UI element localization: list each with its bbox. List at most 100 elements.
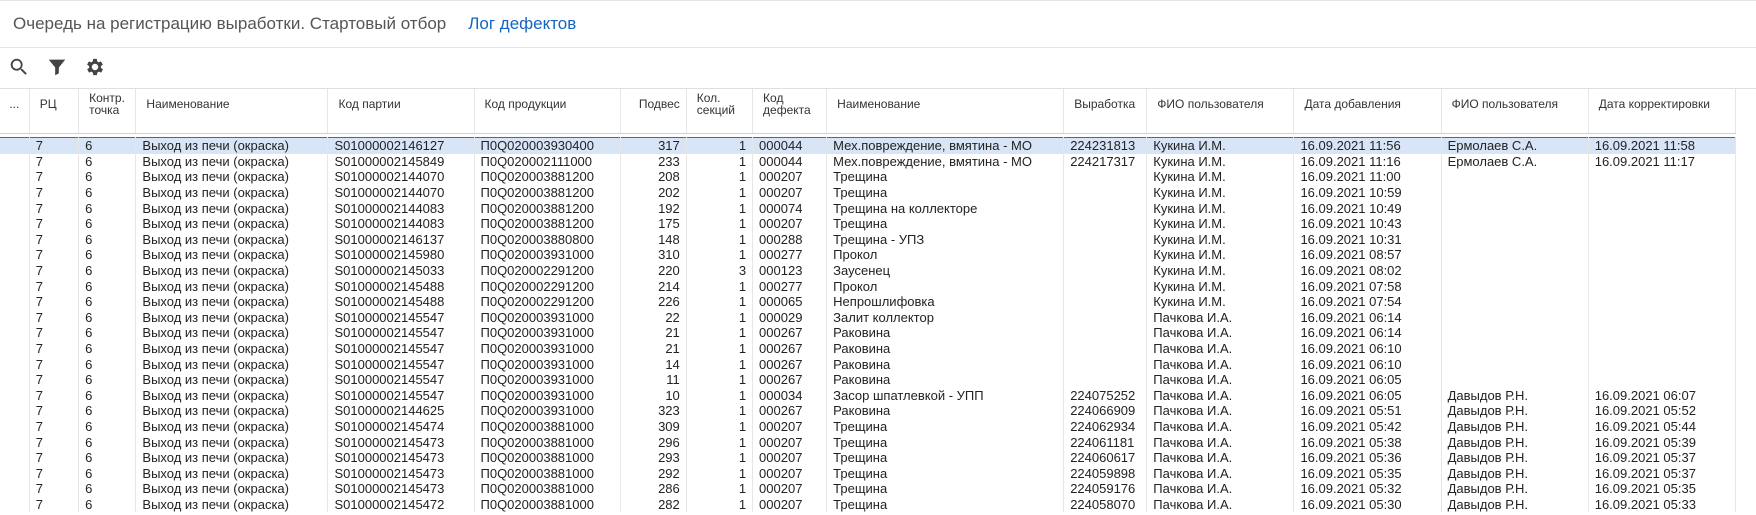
filter-cell[interactable]: [29, 119, 80, 134]
filter-cell[interactable]: [620, 119, 687, 134]
col-header-rc[interactable]: РЦ: [29, 89, 80, 119]
row-marker[interactable]: [0, 465, 30, 482]
filter-cell[interactable]: [78, 119, 137, 134]
gear-icon[interactable]: [84, 56, 106, 78]
col-header-name[interactable]: Наименование: [135, 89, 329, 119]
filter-cell[interactable]: [1588, 119, 1737, 134]
table-row[interactable]: 7 6 Выход из печи (окраска) S01000002145980…: [0, 247, 1737, 263]
cell-batch: S01000002144083: [327, 200, 475, 216]
cell-batch: S01000002145849: [327, 153, 475, 170]
cell-sections: 1: [686, 403, 754, 419]
row-marker[interactable]: [0, 309, 30, 326]
cell-date-added: 16.09.2021 05:32: [1293, 481, 1442, 497]
table-row[interactable]: 7 6 Выход из печи (окраска) S01000002145849…: [0, 153, 1737, 170]
table-row[interactable]: 7 6 Выход из печи (окраска) S01000002145472…: [0, 496, 1737, 513]
cell-name: Выход из печи (окраска): [135, 169, 329, 185]
table-row[interactable]: 7 6 Выход из печи (окраска) S01000002144070…: [0, 169, 1737, 185]
table-row[interactable]: 7 6 Выход из печи (окраска) S01000002145473…: [0, 449, 1737, 466]
cell-batch: S01000002145547: [327, 371, 475, 388]
filter-cell[interactable]: [826, 119, 1065, 134]
row-marker[interactable]: [0, 231, 30, 248]
filter-icon[interactable]: [46, 56, 68, 78]
table-row[interactable]: 7 6 Выход из печи (окраска) S01000002144083…: [0, 200, 1737, 216]
row-marker[interactable]: [0, 434, 30, 450]
col-header-defect-name[interactable]: Наименование: [826, 89, 1065, 119]
table-row[interactable]: 7 6 Выход из печи (окраска) S01000002145547…: [0, 371, 1737, 388]
filter-cell[interactable]: [1293, 119, 1442, 134]
search-icon[interactable]: [8, 56, 30, 78]
row-marker[interactable]: [0, 418, 30, 435]
col-header-date-corrected[interactable]: Дата корректировки: [1588, 89, 1737, 119]
table-row[interactable]: 7 6 Выход из печи (окраска) S01000002145488…: [0, 278, 1737, 294]
col-header-batch[interactable]: Код партии: [327, 89, 475, 119]
row-marker[interactable]: [0, 153, 30, 170]
filter-cell[interactable]: [1063, 119, 1148, 134]
col-header-sections[interactable]: Кол. секций: [686, 89, 754, 119]
cell-date-added: 16.09.2021 08:02: [1293, 262, 1442, 279]
page-title: Очередь на регистрацию выработки. Старто…: [13, 14, 447, 33]
table-row[interactable]: 7 6 Выход из печи (окраска) S01000002144083…: [0, 215, 1737, 232]
tab-defect-log[interactable]: Лог дефектов: [468, 14, 576, 34]
row-marker[interactable]: [0, 184, 30, 201]
row-marker[interactable]: [0, 215, 30, 232]
row-marker[interactable]: [0, 449, 30, 466]
row-marker[interactable]: [0, 481, 30, 497]
cell-user: Пачкова И.А.: [1146, 449, 1295, 466]
col-header-user[interactable]: ФИО пользователя: [1146, 89, 1295, 119]
table-row[interactable]: 7 6 Выход из печи (окраска) S01000002144070…: [0, 184, 1737, 201]
col-header-output[interactable]: Выработка: [1063, 89, 1148, 119]
table-row[interactable]: 7 6 Выход из печи (окраска) S01000002146127…: [0, 136, 1737, 154]
table-row[interactable]: 7 6 Выход из печи (окраска) S01000002145547…: [0, 325, 1737, 341]
col-header-defect-code[interactable]: Код дефекта: [752, 89, 828, 119]
table-row[interactable]: 7 6 Выход из печи (окраска) S01000002145547…: [0, 309, 1737, 326]
filter-cell[interactable]: [474, 119, 621, 134]
table-row[interactable]: 7 6 Выход из печи (окраска) S01000002145473…: [0, 481, 1737, 497]
table-row[interactable]: 7 6 Выход из печи (окраска) S01000002145033…: [0, 262, 1737, 279]
row-marker-header[interactable]: ...: [0, 89, 30, 119]
page-header: Очередь на регистрацию выработки. Старто…: [0, 0, 1756, 48]
col-header-product[interactable]: Код продукции: [474, 89, 621, 119]
row-marker[interactable]: [0, 356, 30, 372]
cell-batch: S01000002145472: [327, 496, 475, 513]
filter-cell[interactable]: [1441, 119, 1589, 134]
row-marker[interactable]: [0, 340, 30, 357]
table-row[interactable]: 7 6 Выход из печи (окраска) S01000002145547…: [0, 356, 1737, 372]
filter-cell[interactable]: [327, 119, 475, 134]
col-header-point[interactable]: Контр. точка: [78, 89, 137, 119]
row-marker[interactable]: [0, 371, 30, 388]
table-row[interactable]: 7 6 Выход из печи (окраска) S01000002145547…: [0, 340, 1737, 357]
filter-cell[interactable]: [0, 119, 30, 134]
table-row[interactable]: 7 6 Выход из печи (окраска) S01000002145473…: [0, 434, 1737, 450]
cell-output: [1063, 184, 1148, 201]
table-row[interactable]: 7 6 Выход из печи (окраска) S01000002145473…: [0, 465, 1737, 482]
cell-date-corrected: [1588, 371, 1737, 388]
filter-cell[interactable]: [686, 119, 754, 134]
table-row[interactable]: 7 6 Выход из печи (окраска) S01000002145547…: [0, 387, 1737, 404]
row-marker[interactable]: [0, 169, 30, 185]
filter-cell[interactable]: [752, 119, 828, 134]
row-marker[interactable]: [0, 136, 30, 154]
row-marker[interactable]: [0, 293, 30, 310]
row-marker[interactable]: [0, 387, 30, 404]
col-header-hanger[interactable]: Подвес: [620, 89, 687, 119]
row-marker[interactable]: [0, 262, 30, 279]
filter-cell[interactable]: [1146, 119, 1295, 134]
cell-hanger: 293: [620, 449, 687, 466]
table-row[interactable]: 7 6 Выход из печи (окраска) S01000002145488…: [0, 293, 1737, 310]
row-marker[interactable]: [0, 496, 30, 513]
table-row[interactable]: 7 6 Выход из печи (окраска) S01000002144625…: [0, 403, 1737, 419]
cell-output: [1063, 215, 1148, 232]
filter-cell[interactable]: [135, 119, 329, 134]
cell-sections: 1: [686, 481, 754, 497]
row-marker[interactable]: [0, 325, 30, 341]
table-row[interactable]: 7 6 Выход из печи (окраска) S01000002145474…: [0, 418, 1737, 435]
row-marker[interactable]: [0, 403, 30, 419]
table-row[interactable]: 7 6 Выход из печи (окраска) S01000002146137…: [0, 231, 1737, 248]
row-marker[interactable]: [0, 247, 30, 263]
row-marker[interactable]: [0, 278, 30, 294]
cell-product: П0Q020003881000: [474, 449, 621, 466]
col-header-user2[interactable]: ФИО пользователя: [1441, 89, 1589, 119]
row-marker[interactable]: [0, 200, 30, 216]
col-header-date-added[interactable]: Дата добавления: [1293, 89, 1442, 119]
cell-defect-code: 000288: [752, 231, 828, 248]
